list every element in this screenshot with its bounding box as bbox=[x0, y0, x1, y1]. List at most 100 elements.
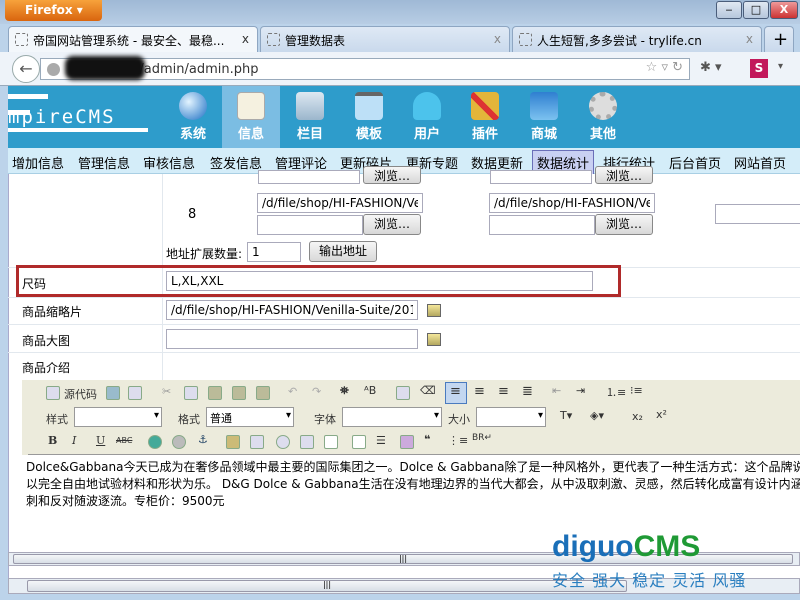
replace-icon[interactable]: ᴬB bbox=[364, 384, 376, 397]
source-button[interactable]: 源代码 bbox=[64, 386, 97, 402]
nav-other[interactable]: 其他 bbox=[574, 86, 632, 148]
paste-word-icon[interactable] bbox=[256, 386, 270, 400]
quote-icon[interactable]: ❝ bbox=[424, 433, 430, 446]
minimize-button[interactable]: ‒ bbox=[716, 1, 742, 19]
download-url-input[interactable] bbox=[257, 193, 423, 213]
source-icon[interactable] bbox=[46, 386, 60, 400]
text-color-icon[interactable]: T▾ bbox=[560, 409, 572, 422]
page-break-icon[interactable]: ⋮≡ bbox=[448, 434, 468, 447]
flash-icon[interactable] bbox=[276, 435, 290, 449]
outdent-icon[interactable]: ⇤ bbox=[552, 384, 561, 397]
size-select[interactable] bbox=[476, 407, 546, 427]
maximize-button[interactable]: □ bbox=[743, 1, 769, 19]
nav-template[interactable]: 模板 bbox=[340, 86, 398, 148]
nav-system[interactable]: 系统 bbox=[164, 86, 222, 148]
bg-color-icon[interactable]: ◈▾ bbox=[590, 409, 604, 422]
justify-icon[interactable]: ≣ bbox=[522, 384, 533, 399]
paste-text-icon[interactable] bbox=[232, 386, 246, 400]
thumb-input[interactable] bbox=[166, 300, 418, 320]
subscript-icon[interactable]: x₂ bbox=[632, 410, 643, 423]
browse-button[interactable]: 浏览… bbox=[595, 214, 653, 235]
font-select[interactable] bbox=[342, 407, 442, 427]
table-icon[interactable] bbox=[352, 435, 366, 449]
find-icon[interactable]: ⛯ bbox=[340, 384, 349, 398]
file-icon[interactable] bbox=[324, 435, 338, 449]
extension-s-icon[interactable]: S bbox=[750, 59, 768, 78]
site-identity-icon[interactable] bbox=[47, 63, 60, 76]
submenu-admin-home[interactable]: 后台首页 bbox=[669, 153, 721, 172]
nav-shop[interactable]: 商城 bbox=[515, 86, 573, 148]
tab-manage-tables[interactable]: 管理数据表 x bbox=[260, 26, 510, 52]
close-window-button[interactable]: X bbox=[770, 1, 798, 19]
undo-icon[interactable]: ↶ bbox=[288, 385, 297, 398]
nav-plugin[interactable]: 插件 bbox=[456, 86, 514, 148]
select-all-icon[interactable] bbox=[396, 386, 410, 400]
firefox-menu-button[interactable]: Firefox ▾ bbox=[5, 0, 102, 21]
horizontal-rule-icon[interactable]: ☰ bbox=[376, 434, 386, 447]
submenu-site-home[interactable]: 网站首页 bbox=[734, 153, 786, 172]
new-tab-button[interactable]: + bbox=[764, 26, 794, 52]
scrollbar-thumb[interactable]: ||| bbox=[27, 580, 627, 592]
nav-info[interactable]: 信息 bbox=[222, 86, 280, 148]
redo-icon[interactable]: ↷ bbox=[312, 385, 321, 398]
browse-button[interactable]: 浏览… bbox=[363, 166, 421, 184]
align-right-icon[interactable]: ≡ bbox=[498, 384, 509, 399]
save-icon[interactable] bbox=[106, 386, 120, 400]
eraser-icon[interactable]: ⌫ bbox=[420, 384, 436, 397]
unlink-icon[interactable] bbox=[172, 435, 186, 449]
bookmark-star-icon[interactable]: ☆ ▿ ↻ bbox=[646, 60, 683, 75]
file-input[interactable] bbox=[258, 170, 360, 184]
preview-icon[interactable] bbox=[128, 386, 142, 400]
gallery-icon[interactable] bbox=[250, 435, 264, 449]
strike-button[interactable]: ABC bbox=[116, 436, 132, 445]
unordered-list-icon[interactable]: ⁝≡ bbox=[630, 384, 643, 397]
submenu-sign-info[interactable]: 签发信息 bbox=[210, 153, 262, 172]
addr-ext-input[interactable] bbox=[247, 242, 301, 262]
extra-input[interactable] bbox=[715, 204, 800, 224]
media-icon[interactable] bbox=[300, 435, 314, 449]
file-input[interactable] bbox=[490, 170, 592, 184]
underline-button[interactable]: U bbox=[96, 434, 105, 447]
bigimg-input[interactable] bbox=[166, 329, 418, 349]
ordered-list-icon[interactable]: ⒈≡ bbox=[606, 384, 626, 400]
globe-icon bbox=[179, 92, 207, 120]
back-button[interactable]: ← bbox=[12, 55, 40, 83]
indent-icon[interactable]: ⇥ bbox=[576, 384, 585, 397]
nav-user[interactable]: 用户 bbox=[398, 86, 456, 148]
thumb-label: 商品缩略片 bbox=[22, 305, 83, 319]
browse-button[interactable]: 浏览… bbox=[595, 166, 653, 184]
special-char-icon[interactable] bbox=[400, 435, 414, 449]
nav-column[interactable]: 栏目 bbox=[281, 86, 339, 148]
paste-icon[interactable] bbox=[208, 386, 222, 400]
submenu-review-info[interactable]: 审核信息 bbox=[143, 153, 195, 172]
bold-button[interactable]: B bbox=[48, 434, 57, 447]
close-tab-icon[interactable]: x bbox=[242, 32, 249, 46]
tab-trylife[interactable]: 人生短暂,多多尝试 - trylife.cn x bbox=[512, 26, 762, 52]
line-break-icon[interactable]: BR↵ bbox=[472, 433, 492, 443]
image-select-icon[interactable] bbox=[427, 333, 441, 346]
browse-button[interactable]: 浏览… bbox=[363, 214, 421, 235]
link-icon[interactable] bbox=[148, 435, 162, 449]
menu-dropdown-icon[interactable]: ▾ bbox=[778, 61, 783, 72]
submenu-manage-info[interactable]: 管理信息 bbox=[78, 153, 130, 172]
italic-button[interactable]: I bbox=[72, 434, 76, 447]
style-select[interactable] bbox=[74, 407, 162, 427]
close-tab-icon[interactable]: x bbox=[494, 32, 501, 46]
file-input[interactable] bbox=[257, 215, 363, 235]
toolbar-collapse[interactable] bbox=[22, 380, 28, 455]
submenu-add-info[interactable]: 增加信息 bbox=[12, 153, 64, 172]
tab-empirecms[interactable]: 帝国网站管理系统 - 最安全、最稳... x bbox=[8, 26, 258, 52]
align-center-icon[interactable]: ≡ bbox=[474, 384, 485, 399]
format-select[interactable]: 普通 bbox=[206, 407, 294, 427]
download-url-input[interactable] bbox=[489, 193, 655, 213]
cut-icon[interactable]: ✂ bbox=[162, 385, 171, 398]
close-tab-icon[interactable]: x bbox=[746, 32, 753, 46]
image-icon[interactable] bbox=[226, 435, 240, 449]
anchor-icon[interactable]: ⚓ bbox=[198, 433, 208, 446]
file-input[interactable] bbox=[489, 215, 595, 235]
output-addr-button[interactable]: 输出地址 bbox=[309, 241, 377, 262]
addon-icon[interactable]: ✱ ▾ bbox=[700, 60, 722, 75]
copy-icon[interactable] bbox=[184, 386, 198, 400]
superscript-icon[interactable]: x² bbox=[656, 408, 667, 421]
image-select-icon[interactable] bbox=[427, 304, 441, 317]
